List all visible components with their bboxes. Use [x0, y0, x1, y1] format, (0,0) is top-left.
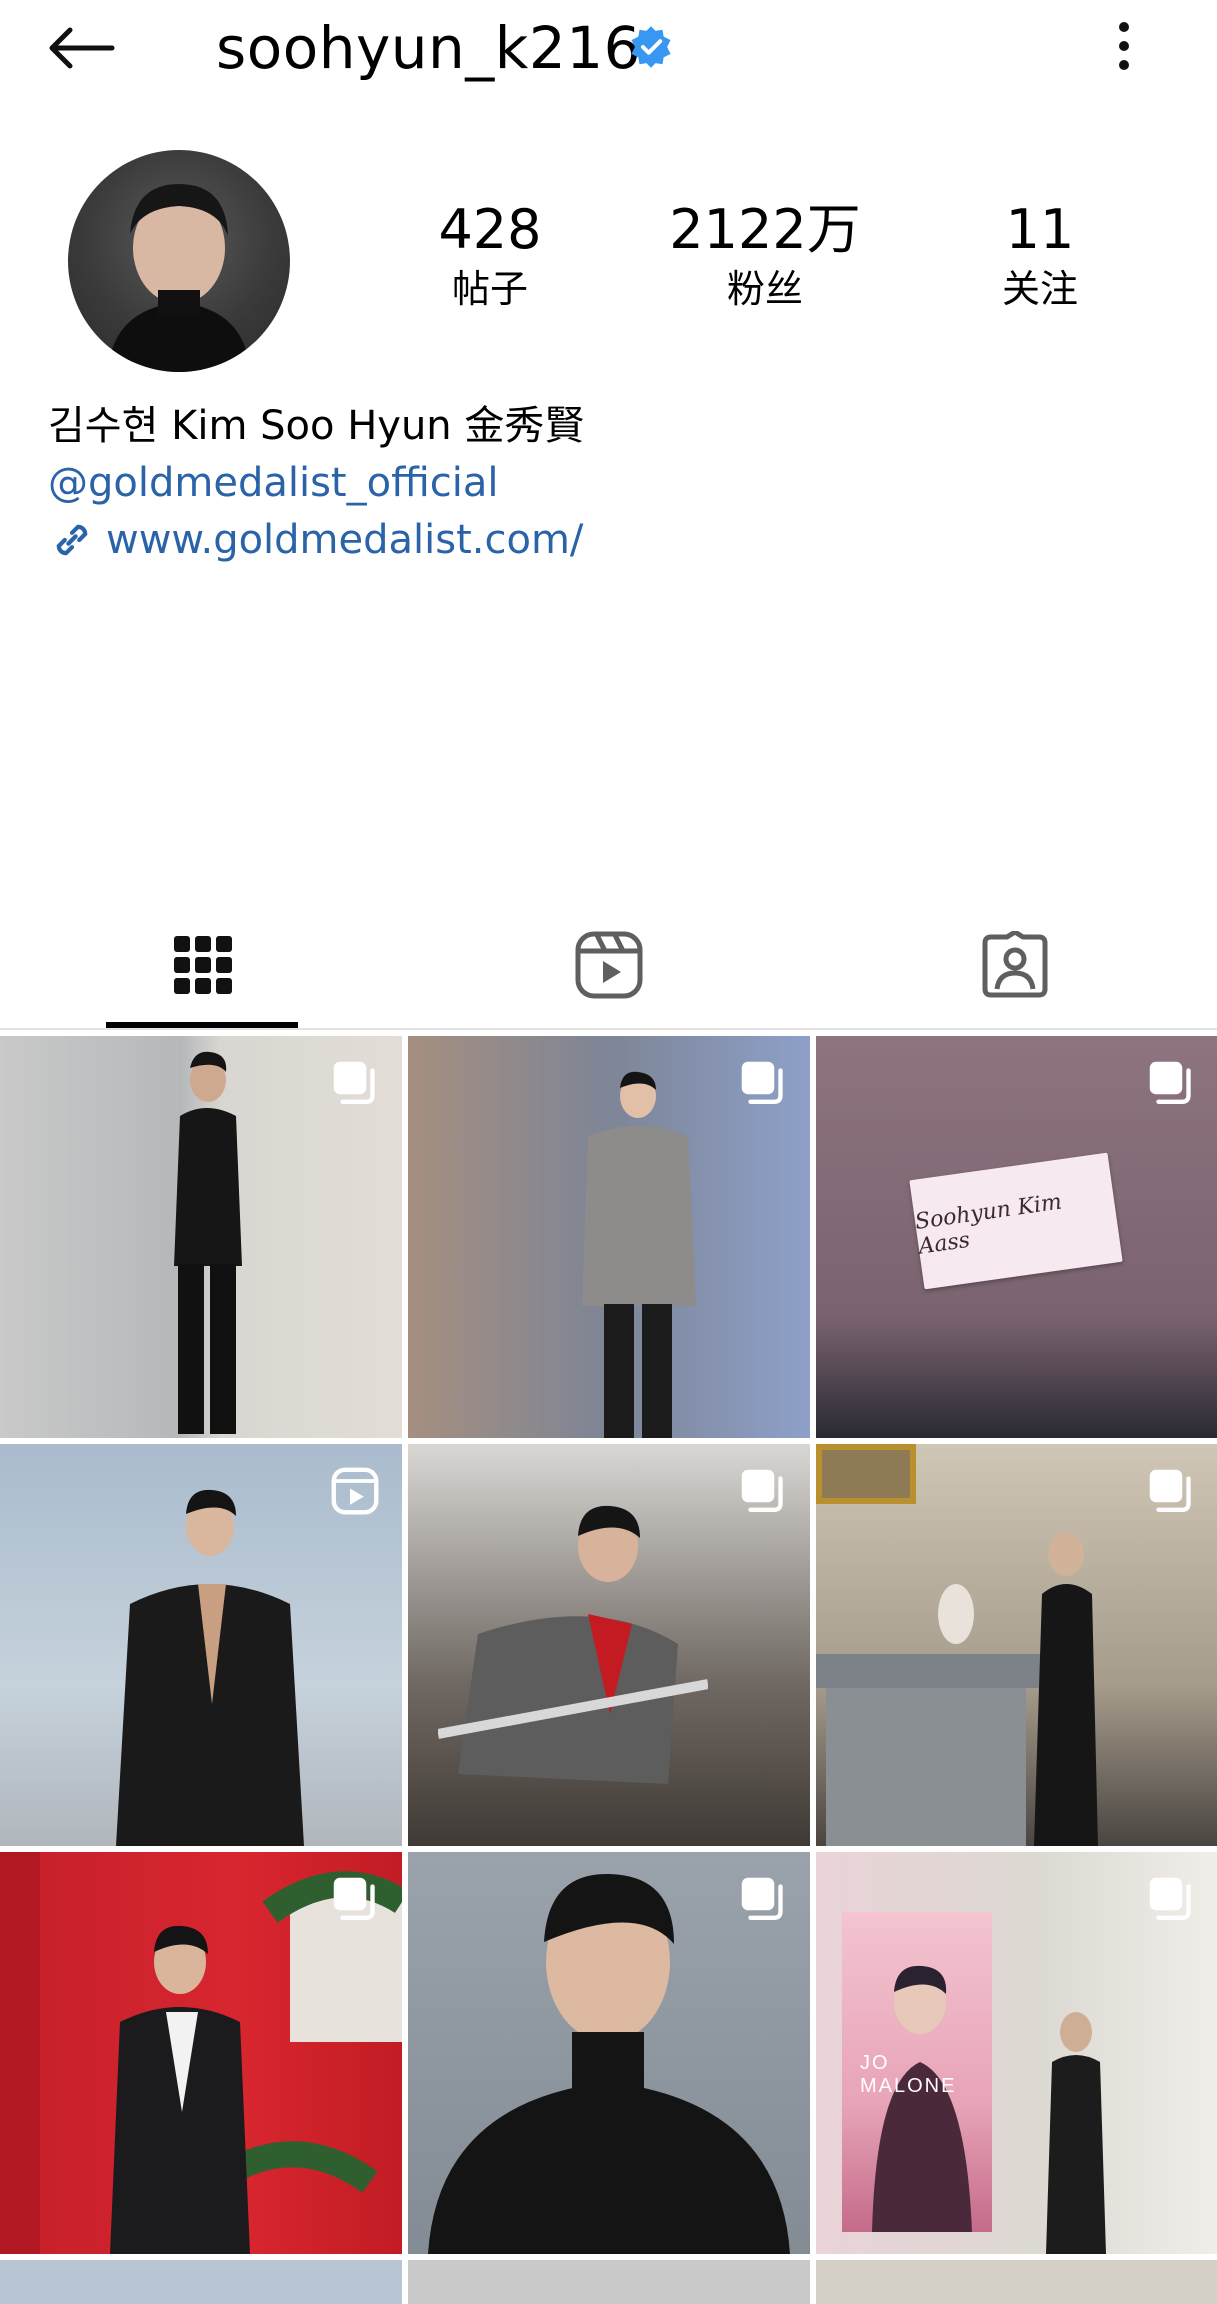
carousel-icon — [333, 1877, 375, 1920]
more-options-button[interactable] — [1100, 14, 1148, 78]
post-tile[interactable]: JO MALONE — [816, 1852, 1217, 2254]
link-icon — [56, 524, 88, 556]
profile-tabs — [0, 900, 1217, 1030]
following-stat[interactable]: 11 关注 — [920, 198, 1160, 316]
verified-badge-icon — [631, 26, 671, 68]
post-tile[interactable] — [408, 1444, 810, 1846]
followers-stat[interactable]: 2122万 粉丝 — [645, 198, 885, 316]
carousel-icon — [741, 1469, 783, 1512]
post-tile[interactable]: Soohyun Kim Aass — [816, 1036, 1217, 1438]
back-button[interactable] — [44, 16, 124, 80]
tagged-icon — [982, 931, 1048, 998]
post-tile[interactable] — [0, 1852, 402, 2254]
bio-website-text: www.goldmedalist.com/ — [106, 517, 584, 563]
post-tile-partial[interactable] — [408, 2260, 810, 2304]
carousel-icon — [1149, 1469, 1191, 1512]
posts-count: 428 — [438, 198, 542, 261]
following-label: 关注 — [1001, 267, 1078, 311]
carousel-icon — [333, 1061, 375, 1104]
followers-count: 2122万 — [669, 198, 861, 261]
jo-malone-poster: JO MALONE — [842, 1912, 992, 2232]
post-figure — [1046, 2012, 1106, 2254]
profile-username: soohyun_k216 — [216, 14, 642, 82]
post-figure — [116, 1489, 304, 1846]
more-dot — [1119, 22, 1129, 32]
tab-posts-grid[interactable] — [0, 900, 406, 1030]
poster-brand-text: JO MALONE — [860, 2052, 957, 2097]
post-tile[interactable] — [0, 1444, 402, 1846]
post-figure — [582, 1071, 696, 1438]
bio-display-name: 김수현 Kim Soo Hyun 金秀賢 — [48, 403, 585, 449]
prada-name-card: Soohyun Kim Aass — [909, 1152, 1123, 1290]
more-dot — [1119, 41, 1129, 51]
carousel-icon — [741, 1061, 783, 1104]
carousel-icon — [1149, 1877, 1191, 1920]
post-tile[interactable] — [408, 1852, 810, 2254]
bio-website-link[interactable]: www.goldmedalist.com/ — [48, 512, 583, 568]
bio-mention-link[interactable]: @goldmedalist_official — [48, 455, 498, 511]
posts-stat[interactable]: 428 帖子 — [370, 198, 610, 316]
following-count: 11 — [1005, 198, 1075, 261]
top-bar: soohyun_k216 — [0, 0, 1217, 96]
avatar-portrait — [108, 184, 250, 372]
post-figure — [438, 1505, 708, 1784]
reels-icon — [331, 1467, 379, 1515]
profile-avatar[interactable] — [68, 150, 290, 372]
active-tab-indicator — [106, 1022, 298, 1028]
posts-label: 帖子 — [451, 267, 528, 311]
carousel-icon — [741, 1877, 783, 1920]
post-figure — [174, 1051, 242, 1434]
post-tile[interactable] — [816, 1444, 1217, 1846]
tab-tagged[interactable] — [812, 900, 1217, 1030]
more-dot — [1119, 60, 1129, 70]
followers-label: 粉丝 — [726, 267, 803, 311]
post-tile-partial[interactable] — [816, 2260, 1217, 2304]
carousel-icon — [1149, 1061, 1191, 1104]
post-tile-partial[interactable] — [0, 2260, 402, 2304]
post-tile[interactable] — [408, 1036, 810, 1438]
reels-icon — [575, 931, 643, 999]
grid-icon — [174, 936, 232, 994]
post-tile[interactable] — [0, 1036, 402, 1438]
tab-reels[interactable] — [406, 900, 812, 1030]
arrow-left-icon — [49, 27, 115, 69]
